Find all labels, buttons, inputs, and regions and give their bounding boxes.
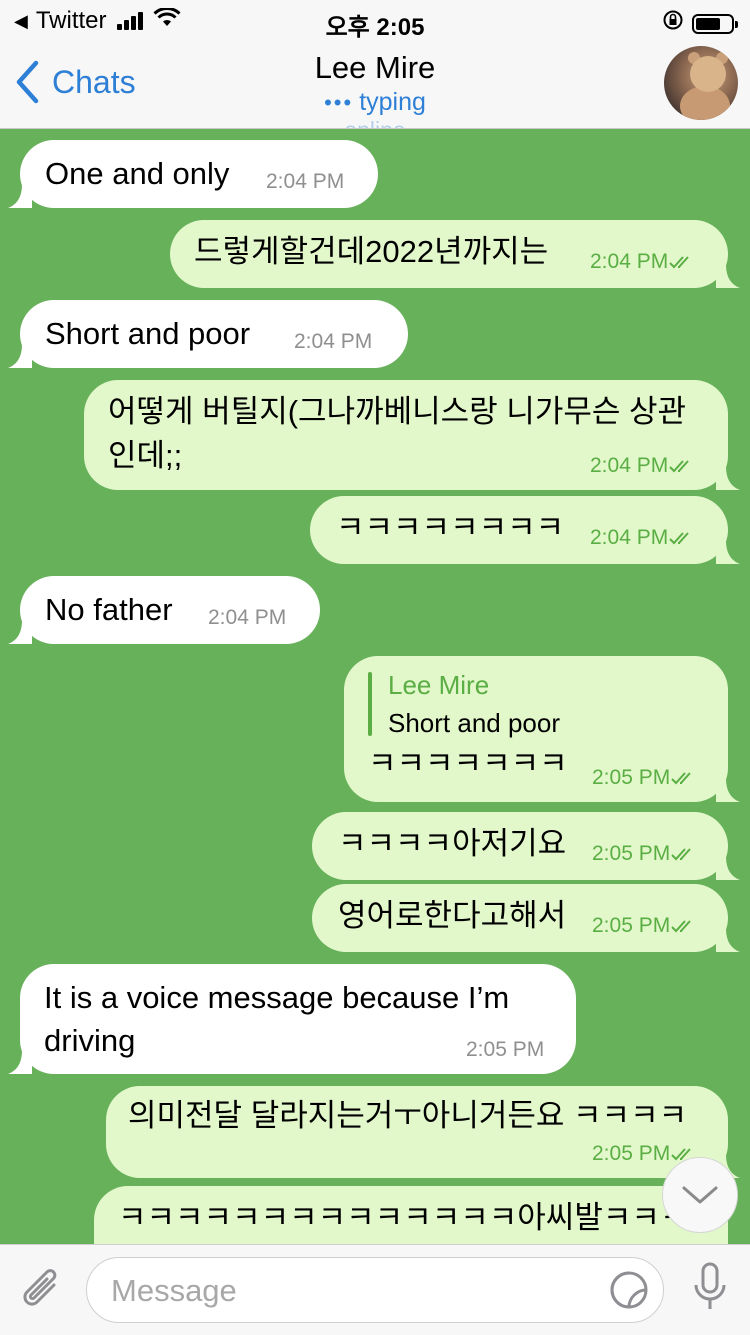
chat-title-area[interactable]: Lee Mire •••typing online [0, 50, 750, 128]
reply-quoted-text[interactable]: Short and poor [388, 708, 560, 739]
status-time: 오후 2:05 [325, 14, 425, 41]
message-bubble-outgoing[interactable]: 어떻게 버틸지(그나까베니스랑 니가무슨 상관 인데;; 2:04 PM [84, 380, 740, 490]
message-time: 2:05 PM [592, 1142, 671, 1165]
message-meta: 2:04 PM [590, 454, 698, 478]
message-time: 2:05 PM [466, 1038, 545, 1061]
bubble-tail [8, 1050, 32, 1074]
typing-status: ••• typing [0, 88, 750, 117]
message-time: 2:04 PM [266, 170, 345, 193]
microphone-icon[interactable] [692, 1261, 728, 1318]
checkmarks-icon [671, 772, 691, 785]
bubble-tail [8, 344, 32, 368]
message-time: 2:05 PM [592, 766, 671, 789]
sticker-icon[interactable] [609, 1270, 649, 1315]
message-meta: 2:05 PM [592, 766, 700, 790]
message-bubble-outgoing[interactable]: ㅋㅋㅋㅋㅋㅋㅋㅋㅋㅋㅋㅋㅋㅋ아씨발ㅋㅋㅋ [94, 1186, 728, 1244]
typing-label: typing [359, 88, 426, 116]
message-time: 2:05 PM [592, 914, 671, 937]
message-text: It is a voice message because I’m [44, 980, 510, 1015]
message-meta: 2:04 PM [590, 526, 698, 550]
message-text: 의미전달 달라지는거ㅜ아니거든요 ㅋㅋㅋㅋ [128, 1098, 688, 1133]
checkmarks-icon [671, 920, 691, 933]
message-meta: 2:05 PM [592, 914, 700, 938]
message-time: 2:04 PM [294, 330, 373, 353]
message-input[interactable] [109, 1270, 583, 1312]
bubble-tail [8, 620, 32, 644]
message-text: Short and poor [45, 316, 251, 351]
message-text: No father [45, 592, 173, 627]
message-time: 2:04 PM [590, 250, 669, 273]
message-text: ㅋㅋㅋㅋ아저기요 [338, 826, 567, 861]
message-time: 2:04 PM [590, 526, 669, 549]
message-text-line2: 인데;; [108, 438, 183, 473]
message-time: 2:05 PM [592, 842, 671, 865]
message-text: 영어로한다고해서 [338, 898, 567, 933]
bubble-tail [716, 928, 740, 952]
message-bubble-outgoing-reply[interactable]: Lee Mire Short and poor ㅋㅋㅋㅋㅋㅋㅋ 2:05 PM [344, 656, 740, 802]
message-text: ㅋㅋㅋㅋㅋㅋㅋㅋ [336, 510, 565, 545]
message-text: One and only [45, 156, 230, 191]
reply-quote-bar [368, 672, 372, 736]
bubble-tail [716, 540, 740, 564]
message-bubble-outgoing[interactable]: ㅋㅋㅋㅋ아저기요 2:05 PM [312, 812, 740, 880]
message-time: 2:04 PM [590, 454, 669, 477]
battery-icon [692, 13, 738, 34]
bubble-tail [716, 856, 740, 880]
checkmarks-icon [671, 848, 691, 861]
scroll-to-bottom-button[interactable] [662, 1157, 738, 1233]
reply-author[interactable]: Lee Mire [388, 670, 489, 701]
bubble-tail [716, 466, 740, 490]
message-input-bar [0, 1244, 750, 1335]
bubble-tail [716, 778, 740, 802]
paperclip-icon[interactable] [20, 1265, 64, 1320]
status-bar: ◀ Twitter 오후 2:05 [0, 0, 750, 41]
message-time: 2:04 PM [208, 606, 287, 629]
checkmarks-icon [669, 460, 689, 473]
bubble-tail [8, 184, 32, 208]
avatar[interactable] [664, 46, 738, 120]
message-bubble-outgoing[interactable]: 의미전달 달라지는거ㅜ아니거든요 ㅋㅋㅋㅋ 2:05 PM [106, 1086, 740, 1178]
message-bubble-incoming[interactable]: One and only 2:04 PM [8, 140, 378, 208]
message-bubble-incoming[interactable]: It is a voice message because I’m drivin… [8, 964, 576, 1074]
message-text-line2: driving [44, 1023, 136, 1058]
message-text: ㅋㅋㅋㅋㅋㅋㅋ [368, 746, 568, 781]
message-bubble-outgoing[interactable]: 드렇게할건데2022년까지는 2:04 PM [170, 220, 740, 288]
message-text: 드렇게할건데2022년까지는 [194, 234, 549, 269]
chat-header: Chats Lee Mire •••typing online [0, 40, 750, 129]
chevron-down-icon [682, 1186, 718, 1204]
checkmarks-icon [669, 532, 689, 545]
message-text: ㅋㅋㅋㅋㅋㅋㅋㅋㅋㅋㅋㅋㅋㅋ아씨발ㅋㅋㅋ [118, 1200, 689, 1235]
message-bubble-outgoing[interactable]: ㅋㅋㅋㅋㅋㅋㅋㅋ 2:04 PM [310, 496, 740, 564]
typing-dots-icon: ••• [324, 90, 354, 115]
bubble-tail [716, 264, 740, 288]
message-meta: 2:04 PM [590, 250, 698, 274]
message-bubble-outgoing[interactable]: 영어로한다고해서 2:05 PM [312, 884, 740, 952]
message-text: 어떻게 버틸지(그나까베니스랑 니가무슨 상관 [108, 394, 687, 429]
message-field[interactable] [86, 1257, 664, 1323]
chat-title: Lee Mire [314, 50, 436, 85]
message-bubble-incoming[interactable]: Short and poor 2:04 PM [8, 300, 408, 368]
message-bubble-incoming[interactable]: No father 2:04 PM [8, 576, 320, 644]
message-list[interactable]: One and only 2:04 PM 드렇게할건데2022년까지는 2:04… [0, 128, 750, 1244]
orientation-lock-icon [662, 9, 684, 38]
message-meta: 2:05 PM [592, 842, 700, 866]
checkmarks-icon [669, 256, 689, 269]
